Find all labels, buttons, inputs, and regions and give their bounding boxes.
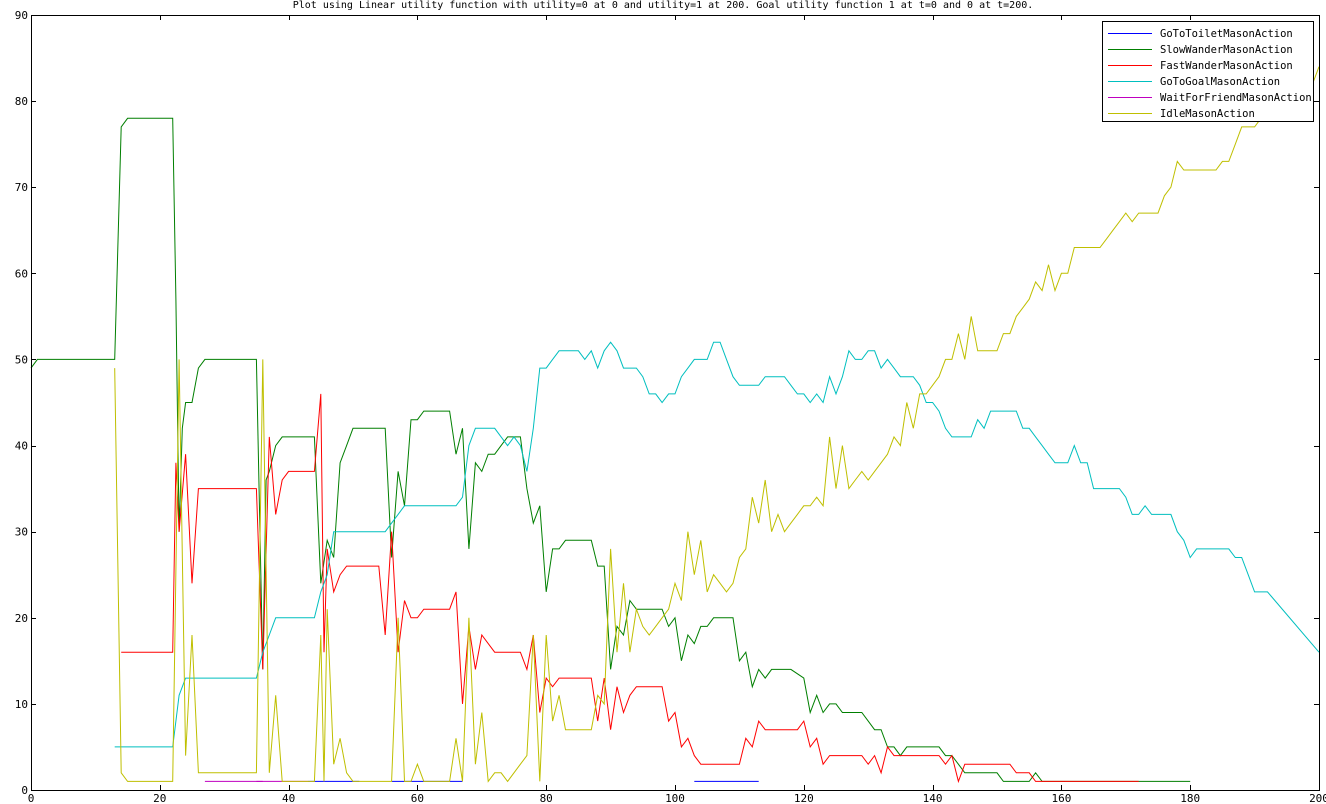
y-tick-label: 30 (15, 526, 28, 539)
x-tick-label: 100 (665, 792, 685, 804)
legend-entry: GoToToiletMasonAction (1160, 28, 1293, 40)
chart-title: Plot using Linear utility function with … (293, 0, 1034, 11)
series-line-SlowWanderMasonAction (30, 117, 1191, 782)
legend-entry: FastWanderMasonAction (1160, 60, 1293, 72)
x-tick-label: 40 (282, 792, 295, 804)
x-tick-label: 160 (1051, 792, 1071, 804)
series-line-GoToGoalMasonAction (114, 341, 1320, 748)
x-tick-label: 200 (1309, 792, 1326, 804)
y-tick-label: 0 (21, 784, 28, 797)
series-line-IdleMasonAction (114, 66, 1320, 783)
y-tick-label: 90 (15, 9, 28, 22)
y-axis-ticks: 0 10 20 30 40 50 60 70 80 90 (15, 9, 1319, 797)
y-tick-label: 60 (15, 267, 28, 280)
axes-frame (31, 15, 1320, 791)
x-tick-label: 0 (28, 792, 35, 804)
x-tick-label: 140 (923, 792, 943, 804)
legend-entry: WaitForFriendMasonAction (1160, 92, 1312, 104)
legend-entry: GoToGoalMasonAction (1160, 76, 1280, 88)
x-tick-label: 120 (794, 792, 814, 804)
x-tick-label: 20 (153, 792, 166, 804)
plot-lines (30, 66, 1320, 784)
y-tick-label: 10 (15, 698, 28, 711)
line-chart: Plot using Linear utility function with … (15, 0, 1326, 804)
y-tick-label: 70 (15, 181, 28, 194)
y-tick-label: 40 (15, 440, 28, 453)
y-tick-label: 80 (15, 95, 28, 108)
x-tick-label: 60 (411, 792, 424, 804)
legend: GoToToiletMasonAction SlowWanderMasonActi… (1102, 21, 1314, 122)
x-axis-ticks: 0 20 40 60 80 100 120 140 160 180 200 (28, 15, 1326, 804)
y-tick-label: 50 (15, 353, 28, 366)
legend-entry: IdleMasonAction (1160, 108, 1255, 120)
y-tick-label: 20 (15, 612, 28, 625)
x-tick-label: 80 (540, 792, 553, 804)
legend-entry: SlowWanderMasonAction (1160, 44, 1293, 56)
x-tick-label: 180 (1180, 792, 1200, 804)
